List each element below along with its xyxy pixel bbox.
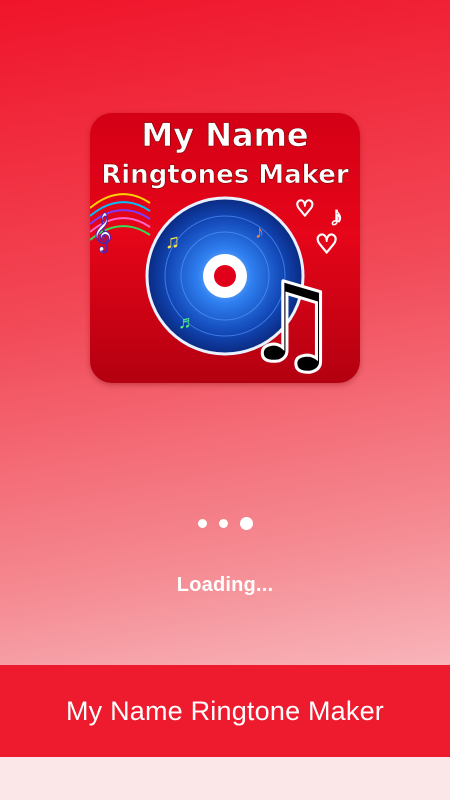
splash-screen: 𝄞 ♫ ♪ ♬ ♫ ♡ ♡ ♪ My Name Ringtones Maker [0, 0, 450, 665]
svg-text:♡: ♡ [315, 229, 338, 259]
loading-dot-active [239, 517, 253, 530]
app-logo-title-line2: Ringtones Maker [101, 160, 349, 190]
app-logo-title-line1: My Name [141, 116, 308, 154]
loading-dot [197, 519, 207, 528]
app-logo-icon: 𝄞 ♫ ♪ ♬ ♫ ♡ ♡ ♪ My Name Ringtones Maker [90, 113, 360, 383]
bottom-strip [0, 757, 450, 800]
heart-icon: ♡ [295, 196, 315, 221]
svg-text:♪: ♪ [330, 201, 343, 231]
svg-text:♬: ♬ [178, 312, 196, 332]
music-note-icon: ♫ [242, 259, 341, 383]
loading-dot [218, 519, 228, 528]
svg-text:𝄞: 𝄞 [92, 212, 112, 253]
loading-text: Loading... [176, 574, 274, 596]
loading-dots [0, 517, 450, 530]
footer-bar: My Name Ringtone Maker [0, 665, 450, 757]
svg-text:♫: ♫ [165, 231, 180, 253]
footer-title: My Name Ringtone Maker [65, 695, 384, 726]
svg-text:♪: ♪ [255, 222, 264, 242]
